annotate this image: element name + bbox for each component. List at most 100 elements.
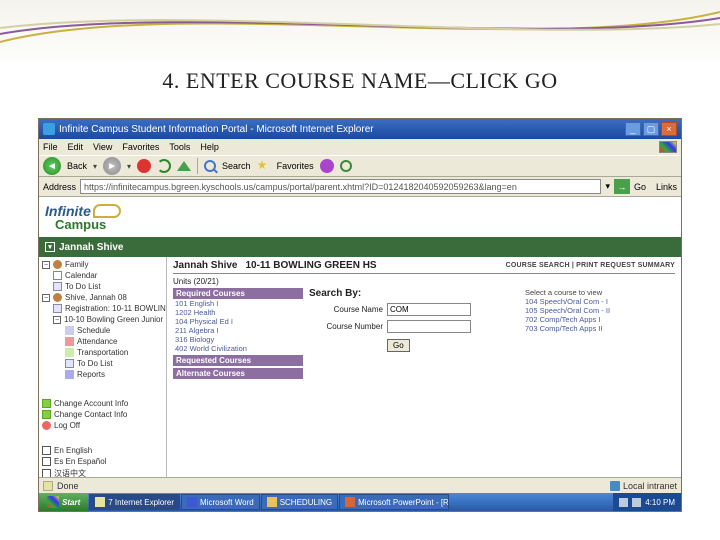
- history-icon[interactable]: [340, 160, 352, 172]
- sidebar-item-student[interactable]: −Shive, Jannah 08: [39, 292, 166, 303]
- back-button[interactable]: ◄: [43, 157, 61, 175]
- course-item[interactable]: 211 Algebra I: [173, 326, 303, 335]
- search-icon[interactable]: [204, 160, 216, 172]
- course-item[interactable]: 316 Biology: [173, 335, 303, 344]
- sidebar-item-lang-en[interactable]: En English: [39, 445, 166, 456]
- start-label: Start: [62, 498, 80, 507]
- header-links[interactable]: COURSE SEARCH | PRINT REQUEST SUMMARY: [506, 262, 675, 269]
- menu-favorites[interactable]: Favorites: [122, 142, 159, 152]
- course-item[interactable]: 1202 Health: [173, 308, 303, 317]
- course-name-row: Course Name: [309, 303, 499, 316]
- sidebar-item-todo[interactable]: To Do List: [39, 281, 166, 292]
- favorites-label[interactable]: Favorites: [277, 161, 314, 171]
- user-bar: ▾ Jannah Shive: [39, 237, 681, 257]
- results-column: Select a course to view 104 Speech/Oral …: [525, 288, 675, 333]
- maximize-button[interactable]: ▢: [643, 122, 659, 136]
- sidebar-item-change-contact[interactable]: Change Contact Info: [39, 409, 166, 420]
- url-dropdown-icon[interactable]: ▾: [605, 181, 610, 192]
- sidebar-item-schedule[interactable]: Schedule: [39, 325, 166, 336]
- ie-window: Infinite Campus Student Information Port…: [38, 118, 682, 512]
- menu-tools[interactable]: Tools: [169, 142, 190, 152]
- sidebar-item-attendance[interactable]: Attendance: [39, 336, 166, 347]
- start-button[interactable]: Start: [39, 493, 88, 511]
- slide-title: 4. ENTER COURSE NAME—CLICK GO: [0, 68, 720, 94]
- family-icon: [53, 260, 62, 269]
- menu-help[interactable]: Help: [200, 142, 219, 152]
- infinite-campus-logo: Infinite Campus: [45, 204, 121, 231]
- course-name-input[interactable]: [387, 303, 471, 316]
- result-item[interactable]: 105 Speech/Oral Com - II: [525, 306, 675, 315]
- security-zone: Local intranet: [610, 481, 677, 491]
- sidebar-item-school[interactable]: −10-10 Bowling Green Junior High: [39, 314, 166, 325]
- search-column: Search By: Course Name Course Number Go: [309, 286, 499, 352]
- course-item[interactable]: 101 English I: [173, 299, 303, 308]
- close-button[interactable]: ×: [661, 122, 677, 136]
- user-dropdown-icon[interactable]: ▾: [45, 242, 55, 252]
- course-number-input[interactable]: [387, 320, 471, 333]
- decorative-swoosh: [0, 4, 720, 48]
- search-by-header: Search By:: [309, 288, 499, 299]
- address-go-button[interactable]: →: [614, 179, 630, 194]
- minimize-button[interactable]: _: [625, 122, 641, 136]
- collapse-icon[interactable]: −: [53, 316, 61, 324]
- sidebar-item-transportation[interactable]: Transportation: [39, 347, 166, 358]
- taskbar-item-ie[interactable]: 7 Internet Explorer: [89, 494, 180, 510]
- sidebar-item-todo2[interactable]: To Do List: [39, 358, 166, 369]
- menu-view[interactable]: View: [93, 142, 112, 152]
- main-panel: Jannah Shive 10-11 BOWLING GREEN HS COUR…: [167, 257, 681, 495]
- sidebar-item-change-account[interactable]: Change Account Info: [39, 398, 166, 409]
- todo-icon: [53, 282, 62, 291]
- home-icon[interactable]: [177, 161, 191, 171]
- student-icon: [53, 293, 62, 302]
- sidebar-item-reports[interactable]: Reports: [39, 369, 166, 380]
- sidebar-label: Transportation: [77, 348, 128, 357]
- course-item[interactable]: 104 Physical Ed I: [173, 317, 303, 326]
- tray-icon[interactable]: [632, 498, 641, 507]
- forward-button[interactable]: ►: [103, 157, 121, 175]
- lang-es-icon: [42, 457, 51, 466]
- transportation-icon: [65, 348, 74, 357]
- zone-icon: [610, 481, 620, 491]
- favorites-icon[interactable]: ★: [257, 159, 271, 173]
- logo-cloud-icon: [93, 204, 121, 218]
- refresh-icon[interactable]: [157, 159, 171, 173]
- sidebar-item-calendar[interactable]: Calendar: [39, 270, 166, 281]
- url-field[interactable]: https://infinitecampus.bgreen.kyschools.…: [80, 179, 601, 194]
- sidebar-item-logoff[interactable]: Log Off: [39, 420, 166, 431]
- search-go-button[interactable]: Go: [387, 339, 410, 352]
- sidebar-label: Family: [65, 260, 89, 269]
- alternate-courses-header: Alternate Courses: [173, 368, 303, 379]
- system-tray: 4:10 PM: [613, 493, 681, 511]
- sidebar-item-family[interactable]: − Family: [39, 259, 166, 270]
- ie-task-icon: [95, 497, 105, 507]
- course-item[interactable]: 402 World Civilization: [173, 344, 303, 353]
- sidebar-label: Reports: [77, 370, 105, 379]
- search-label[interactable]: Search: [222, 161, 251, 171]
- zone-text: Local intranet: [623, 481, 677, 491]
- taskbar-item-word[interactable]: Microsoft Word: [181, 494, 260, 510]
- result-item[interactable]: 104 Speech/Oral Com - I: [525, 297, 675, 306]
- collapse-icon[interactable]: −: [42, 261, 50, 269]
- forward-dropdown-icon[interactable]: ▾: [127, 162, 131, 171]
- sidebar-label: Es En Español: [54, 457, 106, 466]
- app-header: Infinite Campus: [39, 197, 681, 237]
- back-dropdown-icon[interactable]: ▾: [93, 162, 97, 171]
- menu-edit[interactable]: Edit: [68, 142, 84, 152]
- logo-text-campus: Campus: [55, 218, 121, 231]
- course-number-label: Course Number: [309, 322, 383, 331]
- taskbar-item-powerpoint[interactable]: Microsoft PowerPoint - [R...: [339, 494, 449, 510]
- stop-icon[interactable]: [137, 159, 151, 173]
- window-title: Infinite Campus Student Information Port…: [59, 124, 374, 135]
- attendance-icon: [65, 337, 74, 346]
- logoff-icon: [42, 421, 51, 430]
- taskbar-item-folder[interactable]: SCHEDULING: [261, 494, 338, 510]
- media-icon[interactable]: [320, 159, 334, 173]
- sidebar-item-registration[interactable]: Registration: 10-11 BOWLING GREEN HS: [39, 303, 166, 314]
- result-item[interactable]: 703 Comp/Tech Apps II: [525, 324, 675, 333]
- menu-file[interactable]: File: [43, 142, 58, 152]
- sidebar-item-lang-es[interactable]: Es En Español: [39, 456, 166, 467]
- links-label[interactable]: Links: [656, 182, 677, 192]
- tray-icon[interactable]: [619, 498, 628, 507]
- collapse-icon[interactable]: −: [42, 294, 50, 302]
- result-item[interactable]: 702 Comp/Tech Apps I: [525, 315, 675, 324]
